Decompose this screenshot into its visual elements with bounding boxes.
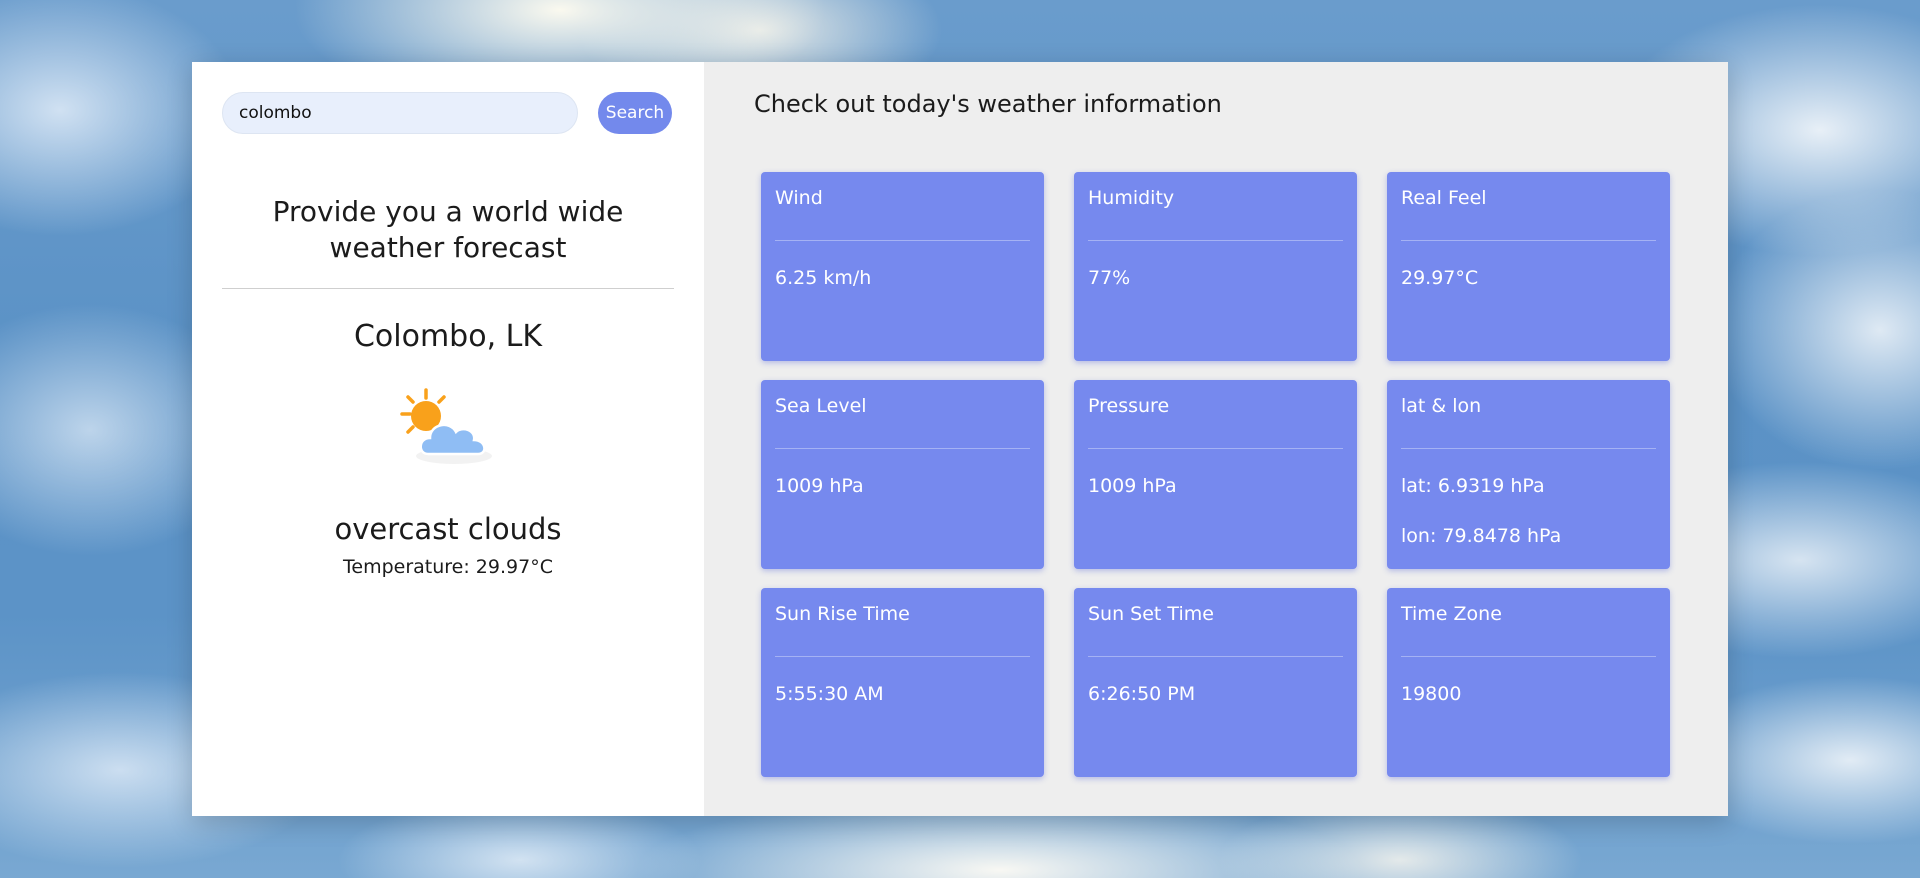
tile-sunrise: Sun Rise Time 5:55:30 AM [761,588,1044,777]
city-name: Colombo, LK [353,319,543,354]
tile-value: 6.25 km/h [775,267,872,289]
tile-label: Time Zone [1401,603,1502,625]
sidebar-panel: Search Provide you a world wide weather … [192,62,704,816]
tile-label: lat & lon [1401,395,1482,417]
details-panel: Check out today's weather information Wi… [704,62,1728,816]
temperature-readout: Temperature: 29.97°C [343,556,553,578]
tile-label: Sun Set Time [1088,603,1214,625]
search-input[interactable] [222,92,578,134]
tile-value: 1009 hPa [1088,475,1177,497]
tile-lat-lon: lat & lon lat: 6.9319 hPa lon: 79.8478 h… [1387,380,1670,569]
tile-label: Sea Level [775,395,867,417]
tile-value-longitude: lon: 79.8478 hPa [1401,525,1562,547]
tile-value: 5:55:30 AM [775,683,884,705]
tile-divider [1401,240,1656,241]
tile-humidity: Humidity 77% [1074,172,1357,361]
tile-divider [1088,240,1343,241]
tile-label: Wind [775,187,823,209]
search-button[interactable]: Search [598,92,672,134]
tile-sea-level: Sea Level 1009 hPa [761,380,1044,569]
tile-label: Humidity [1088,187,1175,209]
tile-value: 19800 [1401,683,1462,705]
tile-wind: Wind 6.25 km/h [761,172,1044,361]
weather-tiles-grid: Wind 6.25 km/h Humidity 77% Real Feel 29… [761,172,1670,777]
weather-app-card: Search Provide you a world wide weather … [192,62,1728,816]
tile-value: 29.97°C [1401,267,1479,289]
tile-divider [775,656,1030,657]
weather-description: overcast clouds [334,512,562,546]
tile-time-zone: Time Zone 19800 [1387,588,1670,777]
tile-divider [1088,448,1343,449]
tile-divider [1401,656,1656,657]
tile-value: 77% [1088,267,1131,289]
tile-value: 6:26:50 PM [1088,683,1196,705]
tile-value: 1009 hPa [775,475,864,497]
sun-behind-cloud-icon [388,384,508,474]
tile-divider [775,448,1030,449]
divider [222,288,674,289]
tile-label: Pressure [1088,395,1170,417]
tile-real-feel: Real Feel 29.97°C [1387,172,1670,361]
search-bar: Search [222,92,674,134]
tile-divider [1088,656,1343,657]
tile-pressure: Pressure 1009 hPa [1074,380,1357,569]
page-title: Check out today's weather information [754,90,1222,118]
tile-label: Sun Rise Time [775,603,910,625]
tile-divider [1401,448,1656,449]
tile-divider [775,240,1030,241]
tile-label: Real Feel [1401,187,1487,209]
tile-value-latitude: lat: 6.9319 hPa [1401,475,1545,497]
tagline: Provide you a world wide weather forecas… [272,195,624,264]
tile-sunset: Sun Set Time 6:26:50 PM [1074,588,1357,777]
